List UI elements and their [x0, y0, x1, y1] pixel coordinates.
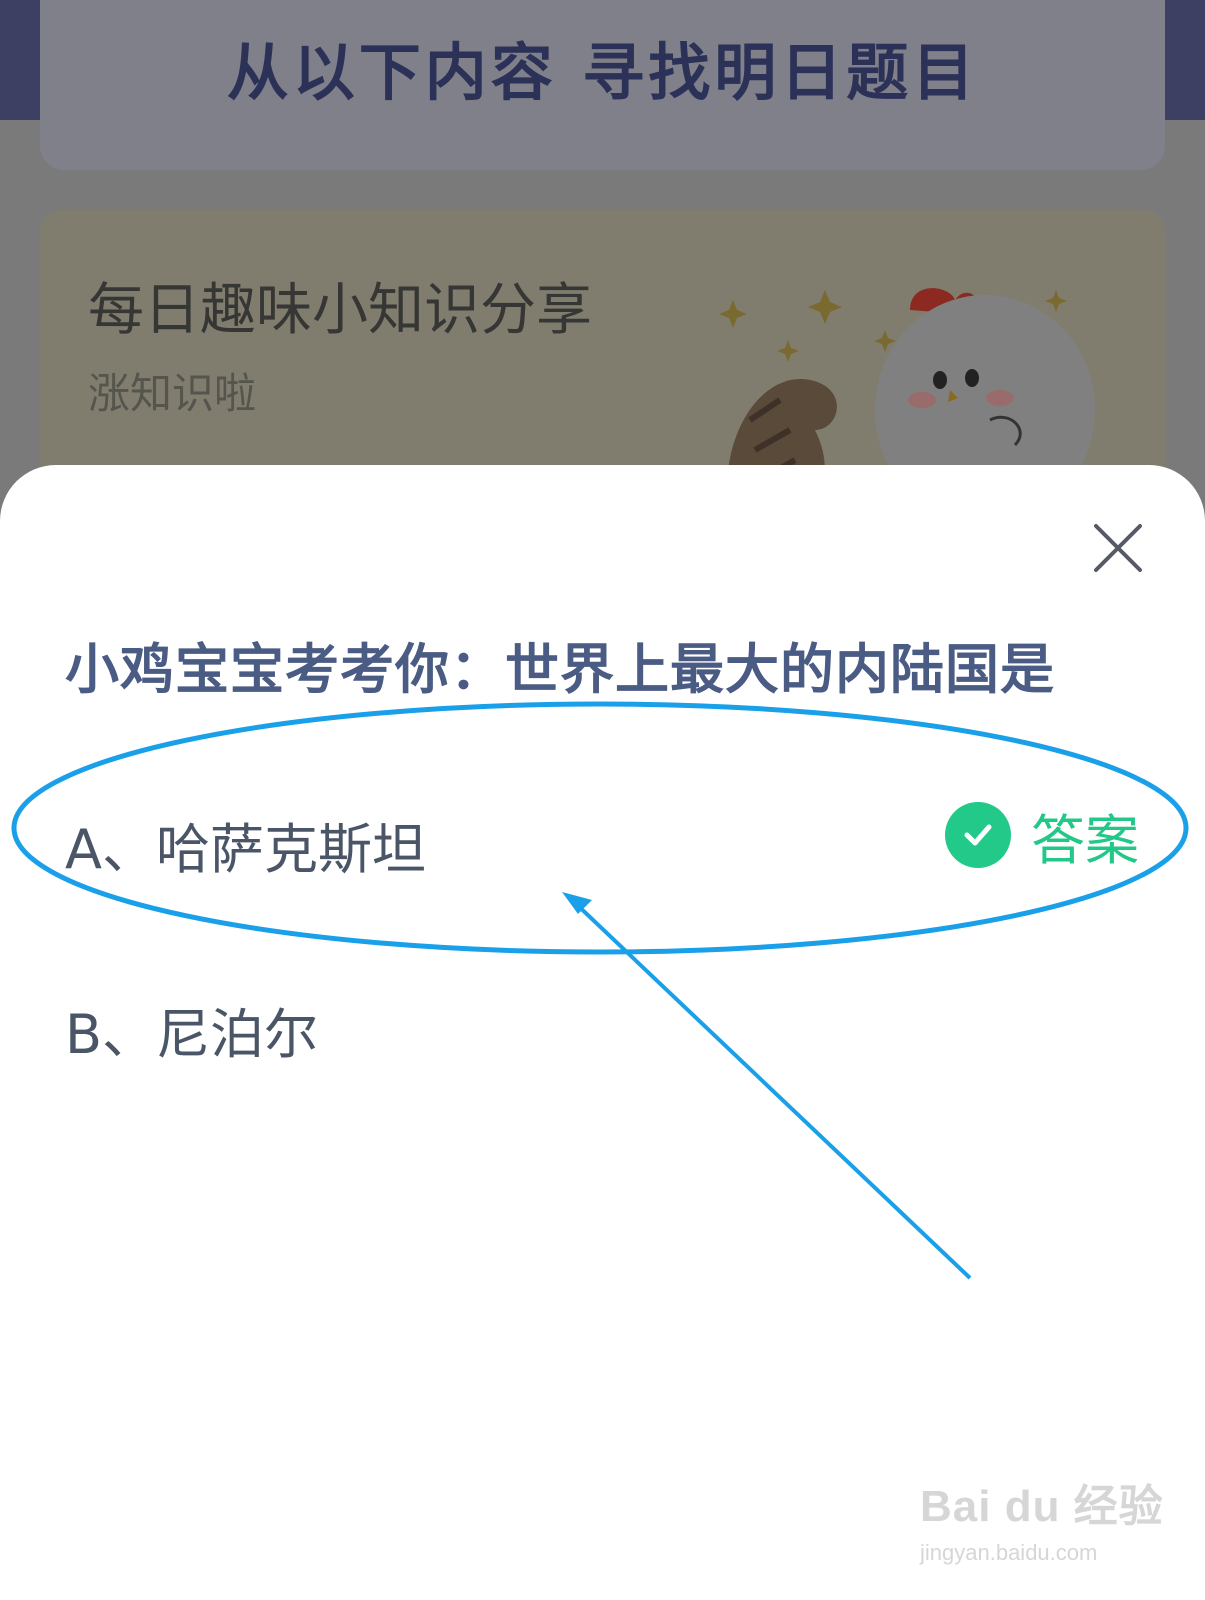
option-a[interactable]: A、哈萨克斯坦: [65, 805, 426, 884]
watermark-brand: Bai du 经验: [920, 1482, 1164, 1531]
answer-label: 答案: [1031, 808, 1139, 872]
baidu-jingyan-watermark: Bai du 经验 jingyan.baidu.com: [920, 1470, 1170, 1580]
background-header-title: 从以下内容 寻找明日题目: [226, 36, 979, 109]
background-card-title: 每日趣味小知识分享: [88, 278, 592, 343]
quiz-question: 小鸡宝宝考考你：世界上最大的内陆国是: [65, 638, 1055, 701]
close-button[interactable]: [1090, 520, 1146, 576]
option-b[interactable]: B、尼泊尔: [65, 990, 318, 1069]
watermark-url: jingyan.baidu.com: [920, 1540, 1098, 1565]
check-circle-icon: [945, 802, 1011, 868]
background-card-subtitle: 涨知识啦: [88, 369, 257, 418]
background-page: 从以下内容 寻找明日题目 每日趣味小知识分享 涨知识啦: [0, 0, 1205, 520]
close-icon: [1094, 524, 1142, 572]
answer-badge: 答案: [945, 800, 1139, 872]
background-header-card: 从以下内容 寻找明日题目: [40, 0, 1165, 170]
